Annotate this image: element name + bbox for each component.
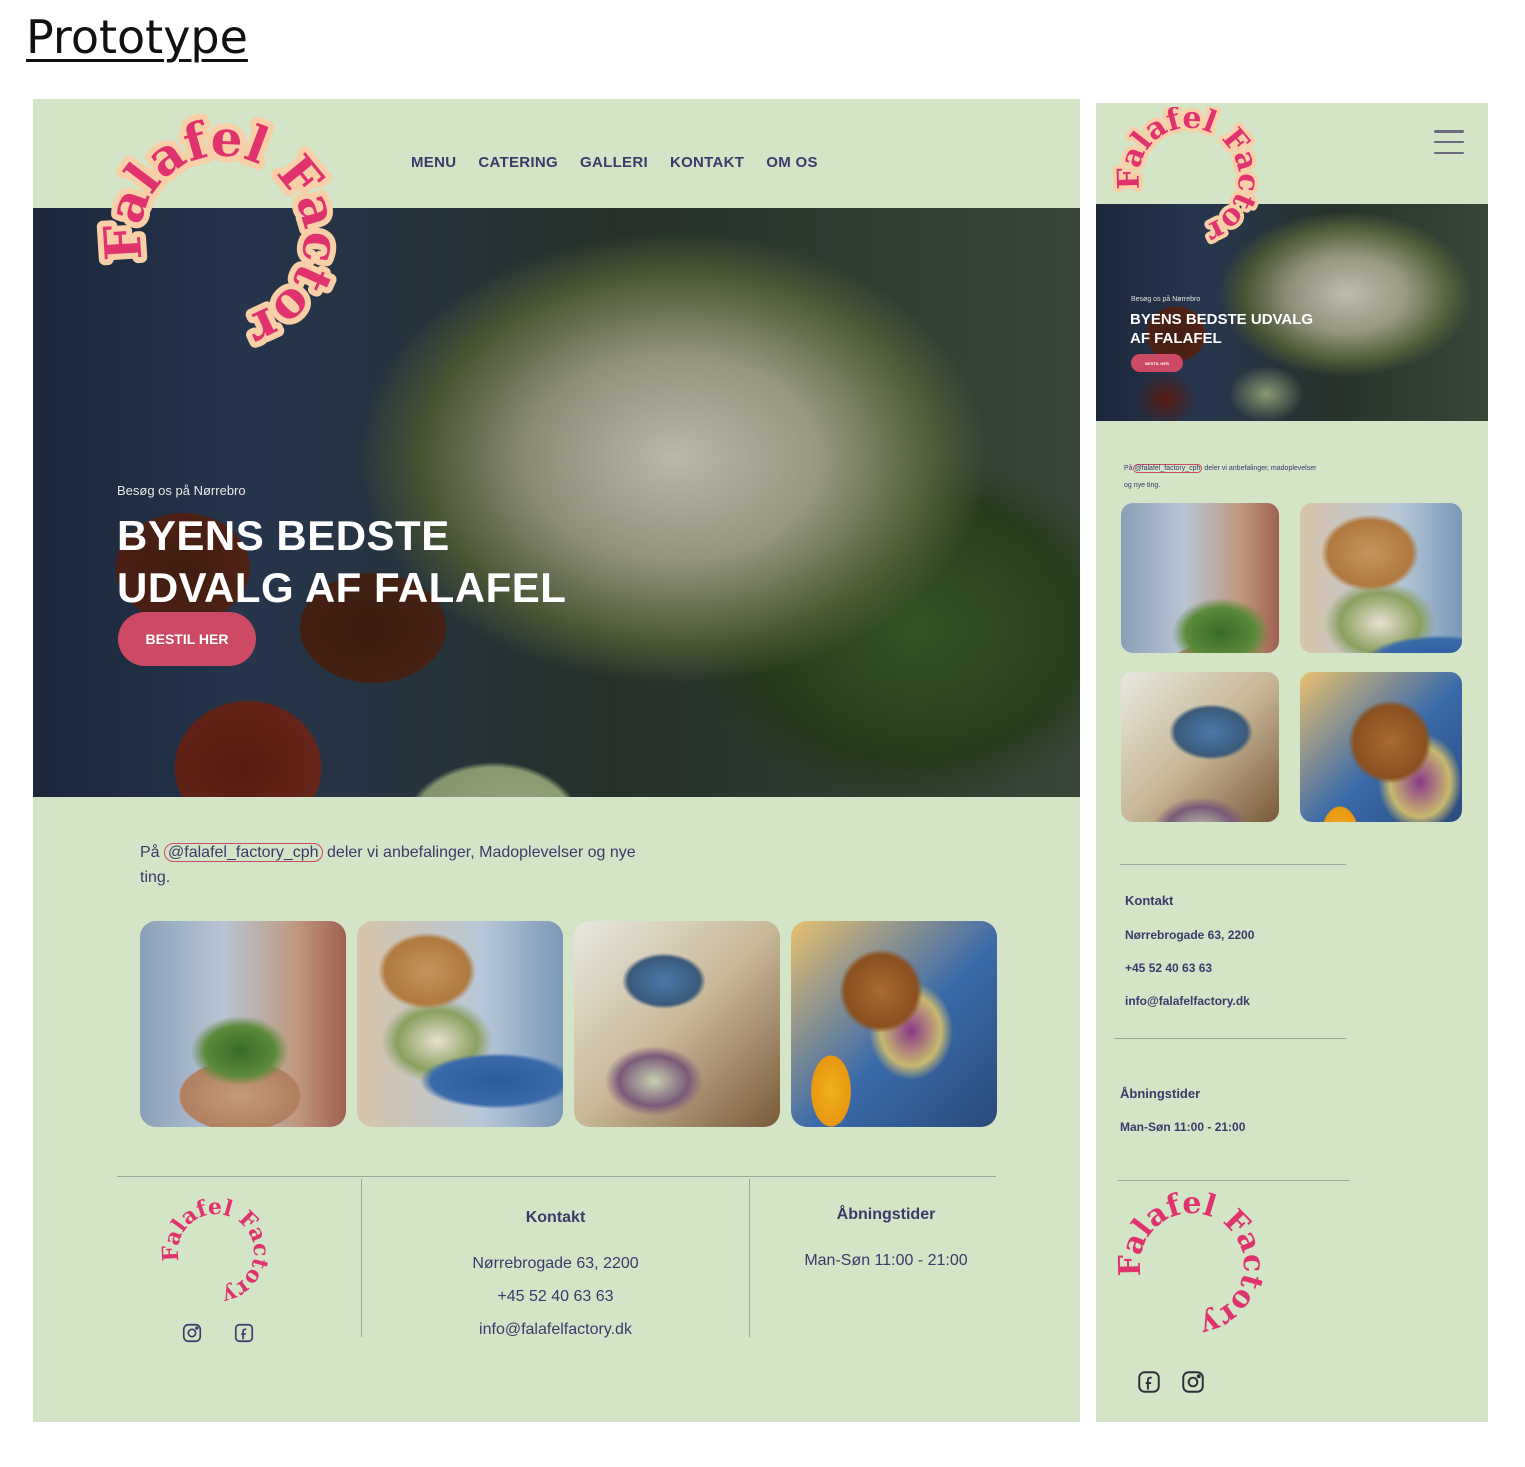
- footer-divider: [117, 1176, 996, 1177]
- footer-hours: Åbningstider Man-Søn 11:00 - 21:00: [781, 1206, 991, 1277]
- brand-logo[interactable]: Falafel Factory Falafel Factory: [83, 109, 343, 349]
- hours-heading: Åbningstider: [836, 1206, 936, 1223]
- svg-text:Falafel Factory: Falafel Factory: [1113, 1188, 1271, 1333]
- main-nav: MENU CATERING GALLERI KONTAKT OM OS: [411, 154, 840, 171]
- mobile-gallery-photo-bowl[interactable]: [1121, 503, 1279, 653]
- facebook-icon[interactable]: [233, 1322, 255, 1344]
- mobile-hours-value: Man-Søn 11:00 - 21:00: [1120, 1120, 1246, 1134]
- mobile-gallery-photo-sandwich[interactable]: [1300, 672, 1462, 822]
- mobile-hours-heading: Åbningstider: [1120, 1086, 1201, 1101]
- mobile-footer-logo[interactable]: Falafel Factory: [1111, 1188, 1271, 1333]
- mobile-instagram-handle-link[interactable]: @falafel_factory_cph: [1132, 464, 1203, 473]
- footer-contact: Kontakt Nørrebrogade 63, 2200 +45 52 40 …: [453, 1209, 658, 1346]
- gallery-photo-table[interactable]: [574, 921, 780, 1127]
- gallery-photo-plate[interactable]: [357, 921, 563, 1127]
- mobile-photo-gallery: [1121, 503, 1463, 822]
- mobile-instagram-prefix: På: [1124, 465, 1133, 472]
- mobile-order-button[interactable]: BESTIL HER: [1131, 354, 1183, 372]
- hours-value: Man-Søn 11:00 - 21:00: [804, 1252, 968, 1269]
- instagram-intro: På @falafel_factory_cph deler vi anbefal…: [140, 840, 660, 890]
- instagram-icon[interactable]: [181, 1322, 203, 1344]
- footer-column-divider: [749, 1179, 750, 1337]
- nav-om-os[interactable]: OM OS: [766, 154, 818, 171]
- gallery-photo-sandwich[interactable]: [791, 921, 997, 1127]
- contact-address: Nørrebrogade 63, 2200: [472, 1255, 639, 1272]
- mobile-divider: [1118, 1180, 1350, 1181]
- contact-email[interactable]: info@falafelfactory.dk: [453, 1313, 658, 1346]
- mobile-hero-subtitle: Besøg os på Nørrebro: [1131, 296, 1201, 303]
- mobile-hero-heading: BYENS BEDSTE UDVALG AF FALAFEL: [1130, 311, 1314, 347]
- mobile-instagram-intro: På @falafel_factory_cph deler vi anbefali…: [1124, 460, 1324, 494]
- mobile-contact-email[interactable]: info@falafelfactory.dk: [1125, 994, 1250, 1008]
- nav-galleri[interactable]: GALLERI: [580, 154, 648, 171]
- footer-column-divider: [361, 1179, 362, 1337]
- mobile-contact-phone[interactable]: +45 52 40 63 63: [1125, 961, 1212, 975]
- hamburger-icon[interactable]: [1434, 130, 1464, 154]
- facebook-icon[interactable]: [1136, 1369, 1162, 1395]
- nav-catering[interactable]: CATERING: [478, 154, 558, 171]
- gallery-photo-bowl[interactable]: [140, 921, 346, 1127]
- contact-heading: Kontakt: [525, 1209, 586, 1226]
- svg-text:Falafel Factory: Falafel Factory: [158, 1194, 275, 1309]
- nav-menu[interactable]: MENU: [411, 154, 456, 171]
- desktop-prototype: Besøg os på Nørrebro BYENS BEDSTE UDVALG…: [33, 99, 1080, 1422]
- mobile-contact-heading: Kontakt: [1125, 893, 1174, 908]
- hero-subtitle: Besøg os på Nørrebro: [117, 483, 246, 498]
- instagram-handle-link[interactable]: @falafel_factory_cph: [164, 843, 323, 862]
- mobile-brand-logo[interactable]: Falafel Factory Falafel Factory: [1108, 107, 1268, 247]
- mobile-contact-address: Nørrebrogade 63, 2200: [1125, 928, 1255, 942]
- svg-text:Falafel Factory: Falafel Factory: [83, 109, 343, 349]
- photo-gallery: [140, 921, 997, 1127]
- order-button[interactable]: BESTIL HER: [118, 612, 256, 666]
- mobile-divider: [1114, 1038, 1346, 1039]
- contact-phone[interactable]: +45 52 40 63 63: [453, 1280, 658, 1313]
- footer-logo[interactable]: Falafel Factory: [151, 1189, 281, 1309]
- page-title: Prototype: [26, 10, 248, 64]
- footer-social: [181, 1322, 255, 1344]
- instagram-icon[interactable]: [1180, 1369, 1206, 1395]
- mobile-divider: [1120, 864, 1346, 865]
- mobile-gallery-photo-table[interactable]: [1121, 672, 1279, 822]
- nav-kontakt[interactable]: KONTAKT: [670, 154, 744, 171]
- mobile-gallery-photo-plate[interactable]: [1300, 503, 1462, 653]
- svg-text:Falafel Factory: Falafel Factory: [1108, 107, 1266, 247]
- mobile-prototype: Besøg os på Nørrebro BYENS BEDSTE UDVALG…: [1096, 103, 1488, 1422]
- mobile-footer-social: [1136, 1369, 1206, 1395]
- hero-heading: BYENS BEDSTE UDVALG AF FALAFEL: [117, 512, 567, 611]
- instagram-prefix: På: [140, 844, 160, 861]
